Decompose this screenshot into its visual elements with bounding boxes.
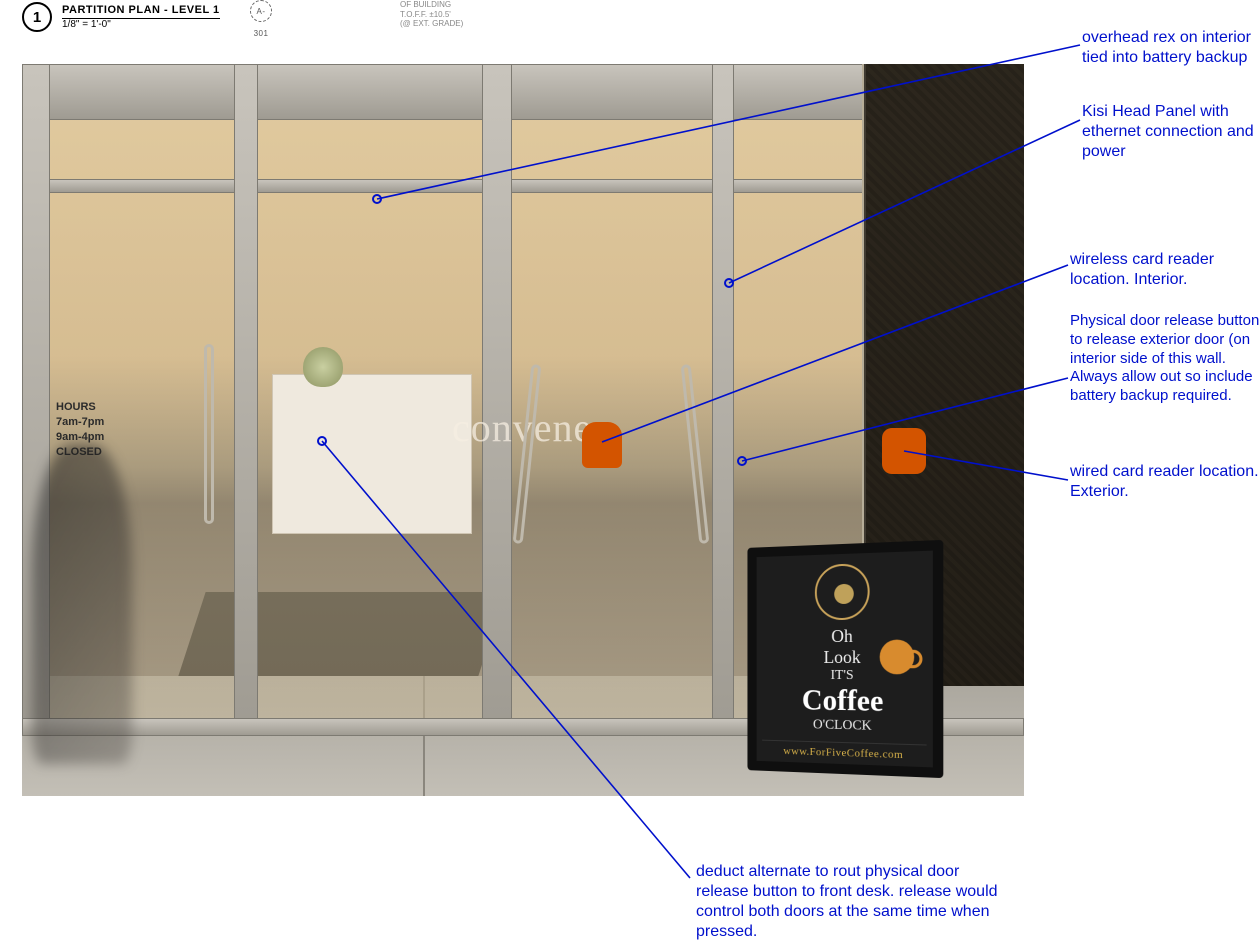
door-release-marker: [737, 456, 747, 466]
aframe-text: O'CLOCK: [762, 716, 926, 736]
door-mullion: [234, 64, 258, 736]
aframe-sign: Oh Look IT'S Coffee O'CLOCK www.ForFiveC…: [742, 544, 942, 774]
annotation-overhead-rex: overhead rex on interior tied into batte…: [1082, 28, 1260, 68]
aframe-board: Oh Look IT'S Coffee O'CLOCK www.ForFiveC…: [747, 540, 943, 778]
plan-note-1: OF BUILDING: [400, 0, 463, 10]
plan-number-circle: 1: [22, 2, 52, 32]
pedestrian-blur: [32, 444, 132, 764]
annotation-door-release: Physical door release button to release …: [1070, 312, 1260, 406]
plan-titles: PARTITION PLAN - LEVEL 1 1/8" = 1'-0": [62, 4, 220, 29]
door-mullion: [482, 64, 512, 736]
annotation-wired-reader: wired card reader location. Exterior.: [1070, 462, 1260, 502]
hours-line: 9am-4pm: [56, 430, 104, 445]
kisi-panel-marker: [724, 278, 734, 288]
plan-title: PARTITION PLAN - LEVEL 1: [62, 4, 220, 18]
annotation-wireless-reader: wireless card reader location. Interior.: [1070, 250, 1260, 290]
diagram-canvas: 1 PARTITION PLAN - LEVEL 1 1/8" = 1'-0" …: [0, 0, 1260, 952]
plan-note-2: T.O.F.F. ±10.5': [400, 10, 463, 20]
plan-ref: A-301: [250, 0, 272, 22]
aframe-url: www.ForFiveCoffee.com: [762, 740, 926, 762]
storefront-photo: convene HOURS 7am-7pm 9am-4pm CLOSED Oh …: [22, 64, 1024, 796]
annotation-front-desk-release: deduct alternate to rout physical door r…: [696, 862, 1016, 942]
wired-reader-marker: [882, 428, 926, 474]
coffee-cup-icon: [880, 640, 915, 675]
plan-notes: OF BUILDING T.O.F.F. ±10.5' (@ EXT. GRAD…: [400, 0, 463, 29]
front-desk-marker: [317, 436, 327, 446]
plan-header: 1 PARTITION PLAN - LEVEL 1 1/8" = 1'-0": [22, 2, 220, 32]
hours-line: 7am-7pm: [56, 415, 104, 430]
plan-scale: 1/8" = 1'-0": [62, 19, 220, 30]
plan-note-3: (@ EXT. GRADE): [400, 19, 463, 29]
aframe-text: Coffee: [762, 683, 926, 719]
door-mullion: [712, 64, 734, 736]
overhead-rex-marker: [372, 194, 382, 204]
wireless-reader-marker: [582, 422, 622, 468]
hours-line: HOURS: [56, 400, 104, 415]
reception-desk: [272, 374, 472, 534]
aframe-badge-icon: [815, 563, 870, 620]
plan-ref-bubble: A-301: [250, 0, 272, 22]
door-handle: [204, 344, 214, 524]
annotation-kisi-panel: Kisi Head Panel with ethernet connection…: [1082, 102, 1260, 162]
